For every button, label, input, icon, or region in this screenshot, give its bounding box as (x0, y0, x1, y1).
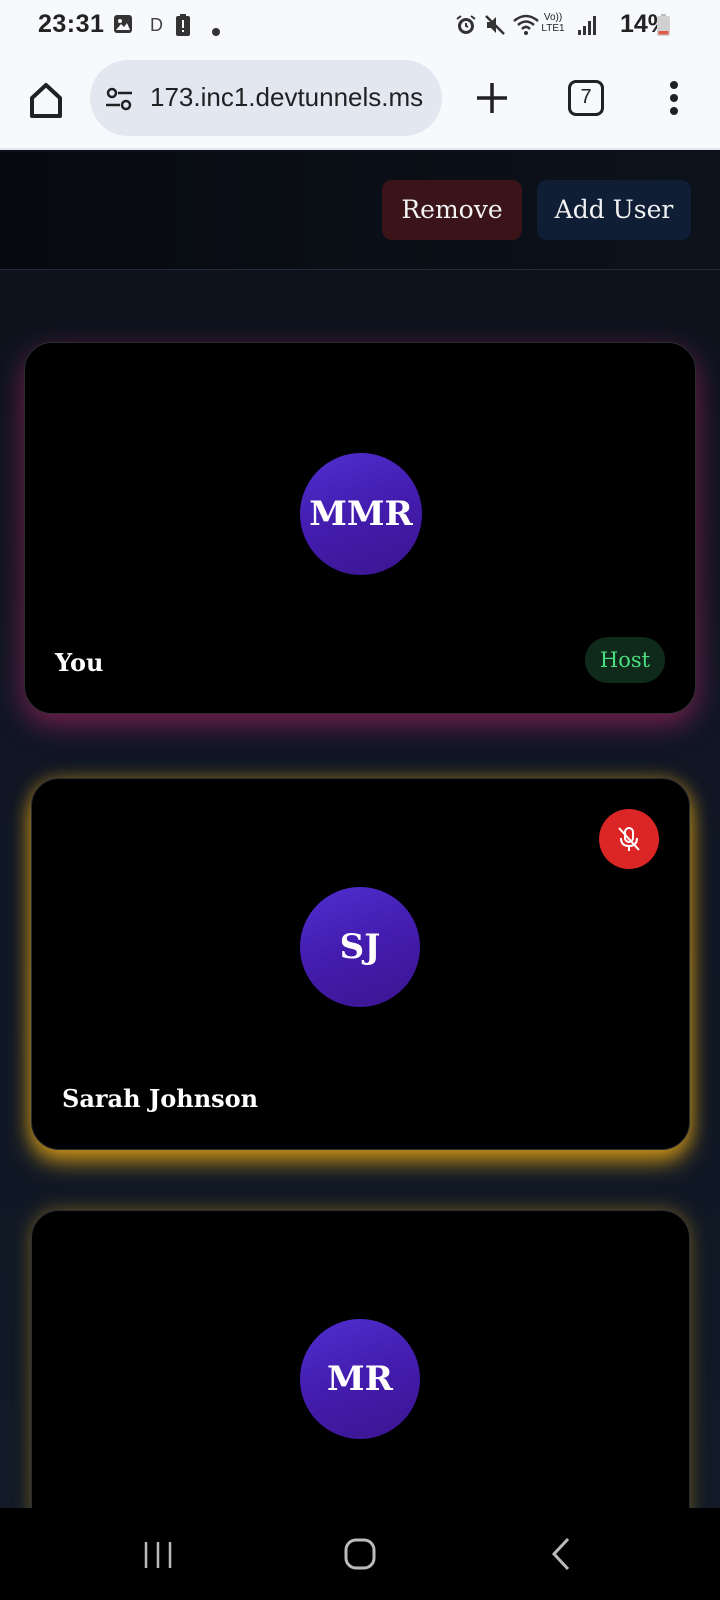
status-bar: 23:31 D Vo)) LTE1 14% (0, 0, 720, 52)
gallery-icon (113, 14, 133, 38)
home-icon[interactable] (24, 78, 68, 122)
status-time: 23:31 (38, 10, 105, 38)
signal-icon (578, 14, 598, 40)
system-nav-bar (0, 1508, 720, 1600)
participant-tile[interactable]: MMR You Host (24, 342, 696, 714)
battery-icon (657, 14, 670, 40)
battery-alert-icon (176, 14, 190, 40)
site-settings-icon[interactable] (104, 84, 134, 118)
mute-icon (484, 14, 506, 40)
recents-icon[interactable] (138, 1534, 178, 1574)
wifi-icon (512, 14, 540, 40)
browser-toolbar: 173.inc1.devtunnels.ms 7 (0, 52, 720, 150)
avatar: MMR (300, 453, 422, 575)
network-label: Vo)) LTE1 (541, 12, 565, 34)
meeting-app: Remove Add User MMR You Host SJ Sarah Jo… (0, 152, 720, 1508)
avatar: MR (300, 1319, 420, 1439)
tabs-icon[interactable]: 7 (568, 80, 604, 116)
more-vert-icon[interactable] (662, 78, 686, 118)
participant-name: Sarah Johnson (62, 1084, 259, 1113)
home-nav-icon[interactable] (340, 1534, 380, 1574)
mic-off-icon[interactable] (599, 809, 659, 869)
back-icon[interactable] (542, 1534, 582, 1574)
host-badge: Host (585, 637, 665, 683)
carrier-indicator: D (150, 15, 163, 35)
remove-button[interactable]: Remove (382, 180, 522, 240)
participant-tile[interactable]: SJ Sarah Johnson (31, 778, 690, 1150)
app-header: Remove Add User (0, 152, 720, 270)
plus-icon[interactable] (472, 78, 512, 118)
address-bar[interactable]: 173.inc1.devtunnels.ms (90, 60, 442, 136)
url-text[interactable]: 173.inc1.devtunnels.ms (150, 82, 432, 113)
participant-tile[interactable]: MR (31, 1210, 690, 1508)
add-user-button[interactable]: Add User (537, 180, 691, 240)
participant-name: You (55, 648, 104, 677)
dot-icon (212, 21, 220, 40)
alarm-icon (455, 14, 477, 40)
avatar: SJ (300, 887, 420, 1007)
